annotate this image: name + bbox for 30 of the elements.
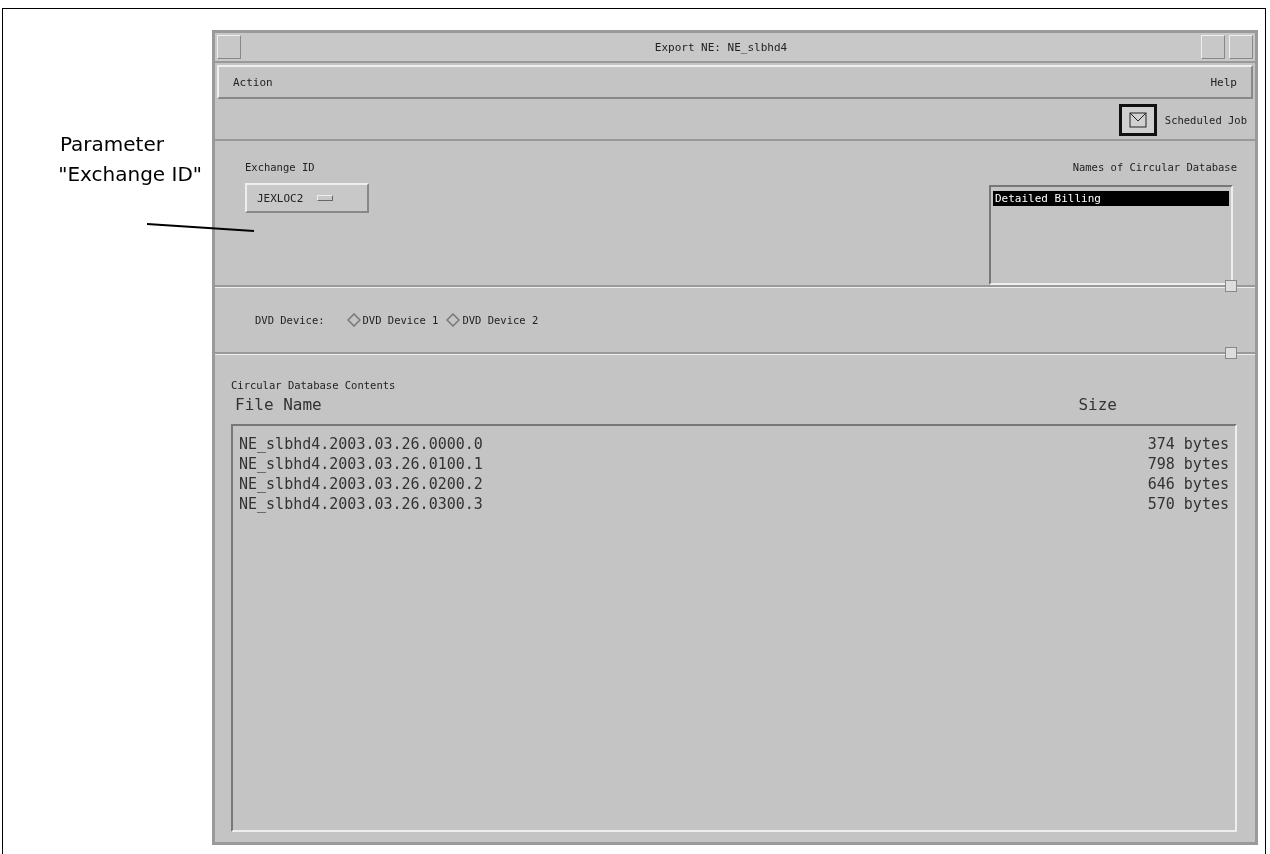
window-title: Export NE: NE_slbhd4 <box>653 40 789 54</box>
column-header: File Name <box>235 395 322 414</box>
radio-option[interactable]: DVD Device 2 <box>446 313 539 327</box>
file-size: 374 bytes <box>1147 434 1229 454</box>
file-name[interactable]: NE_slbhd4.2003.03.26.0100.1 <box>239 454 483 474</box>
menu-item[interactable]: Action <box>233 75 273 89</box>
sash-handle[interactable] <box>1225 280 1237 292</box>
section-title: Circular Database Contents <box>231 379 397 391</box>
envelope-icon <box>1127 111 1148 129</box>
annotation-label: Parameter "Exchange ID" <box>57 131 203 188</box>
scheduled-job-label: Scheduled Job <box>1164 114 1247 126</box>
dvd-device-label: DVD Device: <box>255 314 325 326</box>
radio-option[interactable]: DVD Device 1 <box>346 313 439 327</box>
field-label: Exchange ID <box>245 161 316 173</box>
exchange-id-dropdown[interactable]: JEXLOC2 <box>245 183 369 213</box>
file-size: 570 bytes <box>1147 494 1229 514</box>
list-item[interactable]: Detailed Billing <box>993 191 1229 206</box>
file-name[interactable]: NE_slbhd4.2003.03.26.0200.2 <box>239 474 483 494</box>
menu-item[interactable]: Help <box>1210 75 1237 89</box>
sash-handle[interactable] <box>1225 347 1237 359</box>
column-header: Size <box>1078 395 1117 414</box>
file-size: 646 bytes <box>1147 474 1229 494</box>
file-name[interactable]: NE_slbhd4.2003.03.26.0000.0 <box>239 434 483 454</box>
minimize-button[interactable] <box>1201 35 1225 59</box>
maximize-button[interactable] <box>1229 35 1253 59</box>
window-menu-button[interactable] <box>217 35 241 59</box>
scheduled-job-button[interactable] <box>1118 104 1157 136</box>
list-label: Names of Circular Database <box>1072 161 1237 173</box>
file-name[interactable]: NE_slbhd4.2003.03.26.0300.3 <box>239 494 483 514</box>
file-size: 798 bytes <box>1147 454 1229 474</box>
